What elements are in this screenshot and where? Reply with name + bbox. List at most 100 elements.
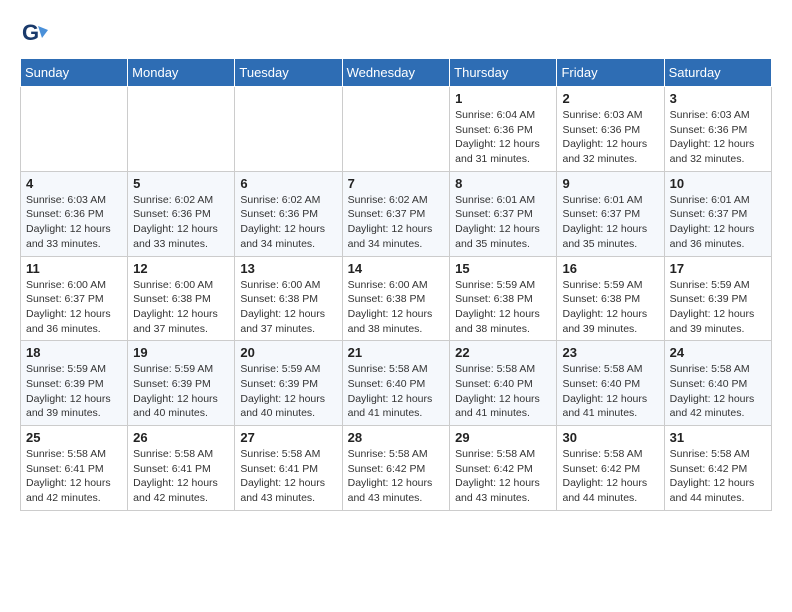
- calendar-cell: 9 Sunrise: 6:01 AM Sunset: 6:37 PM Daylig…: [557, 171, 664, 256]
- day-number: 3: [670, 91, 766, 106]
- calendar-cell: 26 Sunrise: 5:58 AM Sunset: 6:41 PM Dayli…: [128, 426, 235, 511]
- week-row-1: 4 Sunrise: 6:03 AM Sunset: 6:36 PM Daylig…: [21, 171, 772, 256]
- day-info: Sunrise: 5:58 AM Sunset: 6:42 PM Dayligh…: [670, 447, 766, 506]
- day-number: 5: [133, 176, 229, 191]
- day-number: 8: [455, 176, 551, 191]
- calendar-header-row: SundayMondayTuesdayWednesdayThursdayFrid…: [21, 59, 772, 87]
- day-info: Sunrise: 6:00 AM Sunset: 6:38 PM Dayligh…: [348, 278, 445, 337]
- calendar-cell: 24 Sunrise: 5:58 AM Sunset: 6:40 PM Dayli…: [664, 341, 771, 426]
- day-info: Sunrise: 6:04 AM Sunset: 6:36 PM Dayligh…: [455, 108, 551, 167]
- calendar-cell: [235, 87, 342, 172]
- day-info: Sunrise: 6:01 AM Sunset: 6:37 PM Dayligh…: [562, 193, 658, 252]
- calendar-cell: 19 Sunrise: 5:59 AM Sunset: 6:39 PM Dayli…: [128, 341, 235, 426]
- calendar-cell: 22Sunrise: 5:58 AM Sunset: 6:40 PM Dayli…: [450, 341, 557, 426]
- day-info: Sunrise: 5:59 AM Sunset: 6:38 PM Dayligh…: [455, 278, 551, 337]
- calendar-cell: [21, 87, 128, 172]
- day-number: 29: [455, 430, 551, 445]
- header-friday: Friday: [557, 59, 664, 87]
- calendar-cell: 29 Sunrise: 5:58 AM Sunset: 6:42 PM Dayli…: [450, 426, 557, 511]
- day-number: 9: [562, 176, 658, 191]
- week-row-0: 1 Sunrise: 6:04 AM Sunset: 6:36 PM Daylig…: [21, 87, 772, 172]
- day-number: 2: [562, 91, 658, 106]
- week-row-4: 25 Sunrise: 5:58 AM Sunset: 6:41 PM Dayli…: [21, 426, 772, 511]
- calendar-cell: 17 Sunrise: 5:59 AM Sunset: 6:39 PM Dayli…: [664, 256, 771, 341]
- svg-text:G: G: [22, 20, 39, 45]
- day-info: Sunrise: 6:01 AM Sunset: 6:37 PM Dayligh…: [670, 193, 766, 252]
- calendar-cell: 8 Sunrise: 6:01 AM Sunset: 6:37 PM Daylig…: [450, 171, 557, 256]
- day-info: Sunrise: 5:58 AM Sunset: 6:41 PM Dayligh…: [240, 447, 336, 506]
- logo-icon: G: [20, 20, 48, 48]
- day-number: 22: [455, 345, 551, 360]
- day-info: Sunrise: 5:58 AM Sunset: 6:40 PM Dayligh…: [670, 362, 766, 421]
- calendar-cell: 3 Sunrise: 6:03 AM Sunset: 6:36 PM Daylig…: [664, 87, 771, 172]
- day-info: Sunrise: 6:01 AM Sunset: 6:37 PM Dayligh…: [455, 193, 551, 252]
- day-info: Sunrise: 5:58 AM Sunset: 6:42 PM Dayligh…: [348, 447, 445, 506]
- day-number: 7: [348, 176, 445, 191]
- calendar-cell: [342, 87, 450, 172]
- calendar-cell: 13 Sunrise: 6:00 AM Sunset: 6:38 PM Dayli…: [235, 256, 342, 341]
- day-number: 13: [240, 261, 336, 276]
- day-info: Sunrise: 5:58 AM Sunset: 6:42 PM Dayligh…: [455, 447, 551, 506]
- day-info: Sunrise: 5:58 AM Sunset: 6:40 PM Dayligh…: [348, 362, 445, 421]
- calendar-cell: 30Sunrise: 5:58 AM Sunset: 6:42 PM Dayli…: [557, 426, 664, 511]
- calendar-cell: 11Sunrise: 6:00 AM Sunset: 6:37 PM Dayli…: [21, 256, 128, 341]
- day-number: 6: [240, 176, 336, 191]
- day-number: 1: [455, 91, 551, 106]
- day-info: Sunrise: 6:03 AM Sunset: 6:36 PM Dayligh…: [670, 108, 766, 167]
- day-number: 19: [133, 345, 229, 360]
- day-info: Sunrise: 5:58 AM Sunset: 6:41 PM Dayligh…: [133, 447, 229, 506]
- day-number: 24: [670, 345, 766, 360]
- calendar-cell: 25Sunrise: 5:58 AM Sunset: 6:41 PM Dayli…: [21, 426, 128, 511]
- calendar-cell: 27 Sunrise: 5:58 AM Sunset: 6:41 PM Dayli…: [235, 426, 342, 511]
- calendar-cell: 21 Sunrise: 5:58 AM Sunset: 6:40 PM Dayli…: [342, 341, 450, 426]
- calendar-cell: 10Sunrise: 6:01 AM Sunset: 6:37 PM Dayli…: [664, 171, 771, 256]
- day-number: 31: [670, 430, 766, 445]
- header-monday: Monday: [128, 59, 235, 87]
- day-info: Sunrise: 5:58 AM Sunset: 6:40 PM Dayligh…: [562, 362, 658, 421]
- day-number: 17: [670, 261, 766, 276]
- header-tuesday: Tuesday: [235, 59, 342, 87]
- calendar-cell: 1 Sunrise: 6:04 AM Sunset: 6:36 PM Daylig…: [450, 87, 557, 172]
- day-info: Sunrise: 5:59 AM Sunset: 6:38 PM Dayligh…: [562, 278, 658, 337]
- calendar-cell: 28 Sunrise: 5:58 AM Sunset: 6:42 PM Dayli…: [342, 426, 450, 511]
- day-number: 15: [455, 261, 551, 276]
- calendar-cell: [128, 87, 235, 172]
- calendar-cell: 15 Sunrise: 5:59 AM Sunset: 6:38 PM Dayli…: [450, 256, 557, 341]
- header-sunday: Sunday: [21, 59, 128, 87]
- calendar-cell: 23 Sunrise: 5:58 AM Sunset: 6:40 PM Dayli…: [557, 341, 664, 426]
- day-number: 12: [133, 261, 229, 276]
- day-number: 18: [26, 345, 122, 360]
- day-number: 28: [348, 430, 445, 445]
- day-info: Sunrise: 6:03 AM Sunset: 6:36 PM Dayligh…: [562, 108, 658, 167]
- day-number: 4: [26, 176, 122, 191]
- day-number: 25: [26, 430, 122, 445]
- day-number: 20: [240, 345, 336, 360]
- day-number: 23: [562, 345, 658, 360]
- day-info: Sunrise: 5:58 AM Sunset: 6:42 PM Dayligh…: [562, 447, 658, 506]
- logo: G: [20, 20, 52, 48]
- calendar-cell: 18Sunrise: 5:59 AM Sunset: 6:39 PM Dayli…: [21, 341, 128, 426]
- day-number: 27: [240, 430, 336, 445]
- day-info: Sunrise: 6:00 AM Sunset: 6:38 PM Dayligh…: [133, 278, 229, 337]
- day-number: 14: [348, 261, 445, 276]
- day-number: 21: [348, 345, 445, 360]
- calendar-cell: 14 Sunrise: 6:00 AM Sunset: 6:38 PM Dayli…: [342, 256, 450, 341]
- calendar-table: SundayMondayTuesdayWednesdayThursdayFrid…: [20, 58, 772, 511]
- header-thursday: Thursday: [450, 59, 557, 87]
- day-info: Sunrise: 5:59 AM Sunset: 6:39 PM Dayligh…: [670, 278, 766, 337]
- day-info: Sunrise: 6:03 AM Sunset: 6:36 PM Dayligh…: [26, 193, 122, 252]
- day-info: Sunrise: 5:59 AM Sunset: 6:39 PM Dayligh…: [133, 362, 229, 421]
- week-row-2: 11Sunrise: 6:00 AM Sunset: 6:37 PM Dayli…: [21, 256, 772, 341]
- header-wednesday: Wednesday: [342, 59, 450, 87]
- calendar-cell: 4 Sunrise: 6:03 AM Sunset: 6:36 PM Daylig…: [21, 171, 128, 256]
- day-number: 26: [133, 430, 229, 445]
- day-info: Sunrise: 6:00 AM Sunset: 6:38 PM Dayligh…: [240, 278, 336, 337]
- calendar-cell: 2 Sunrise: 6:03 AM Sunset: 6:36 PM Daylig…: [557, 87, 664, 172]
- day-info: Sunrise: 6:02 AM Sunset: 6:36 PM Dayligh…: [240, 193, 336, 252]
- day-info: Sunrise: 6:00 AM Sunset: 6:37 PM Dayligh…: [26, 278, 122, 337]
- page-header: G: [20, 20, 772, 48]
- calendar-cell: 16Sunrise: 5:59 AM Sunset: 6:38 PM Dayli…: [557, 256, 664, 341]
- calendar-cell: 5Sunrise: 6:02 AM Sunset: 6:36 PM Daylig…: [128, 171, 235, 256]
- calendar-cell: 7Sunrise: 6:02 AM Sunset: 6:37 PM Daylig…: [342, 171, 450, 256]
- header-saturday: Saturday: [664, 59, 771, 87]
